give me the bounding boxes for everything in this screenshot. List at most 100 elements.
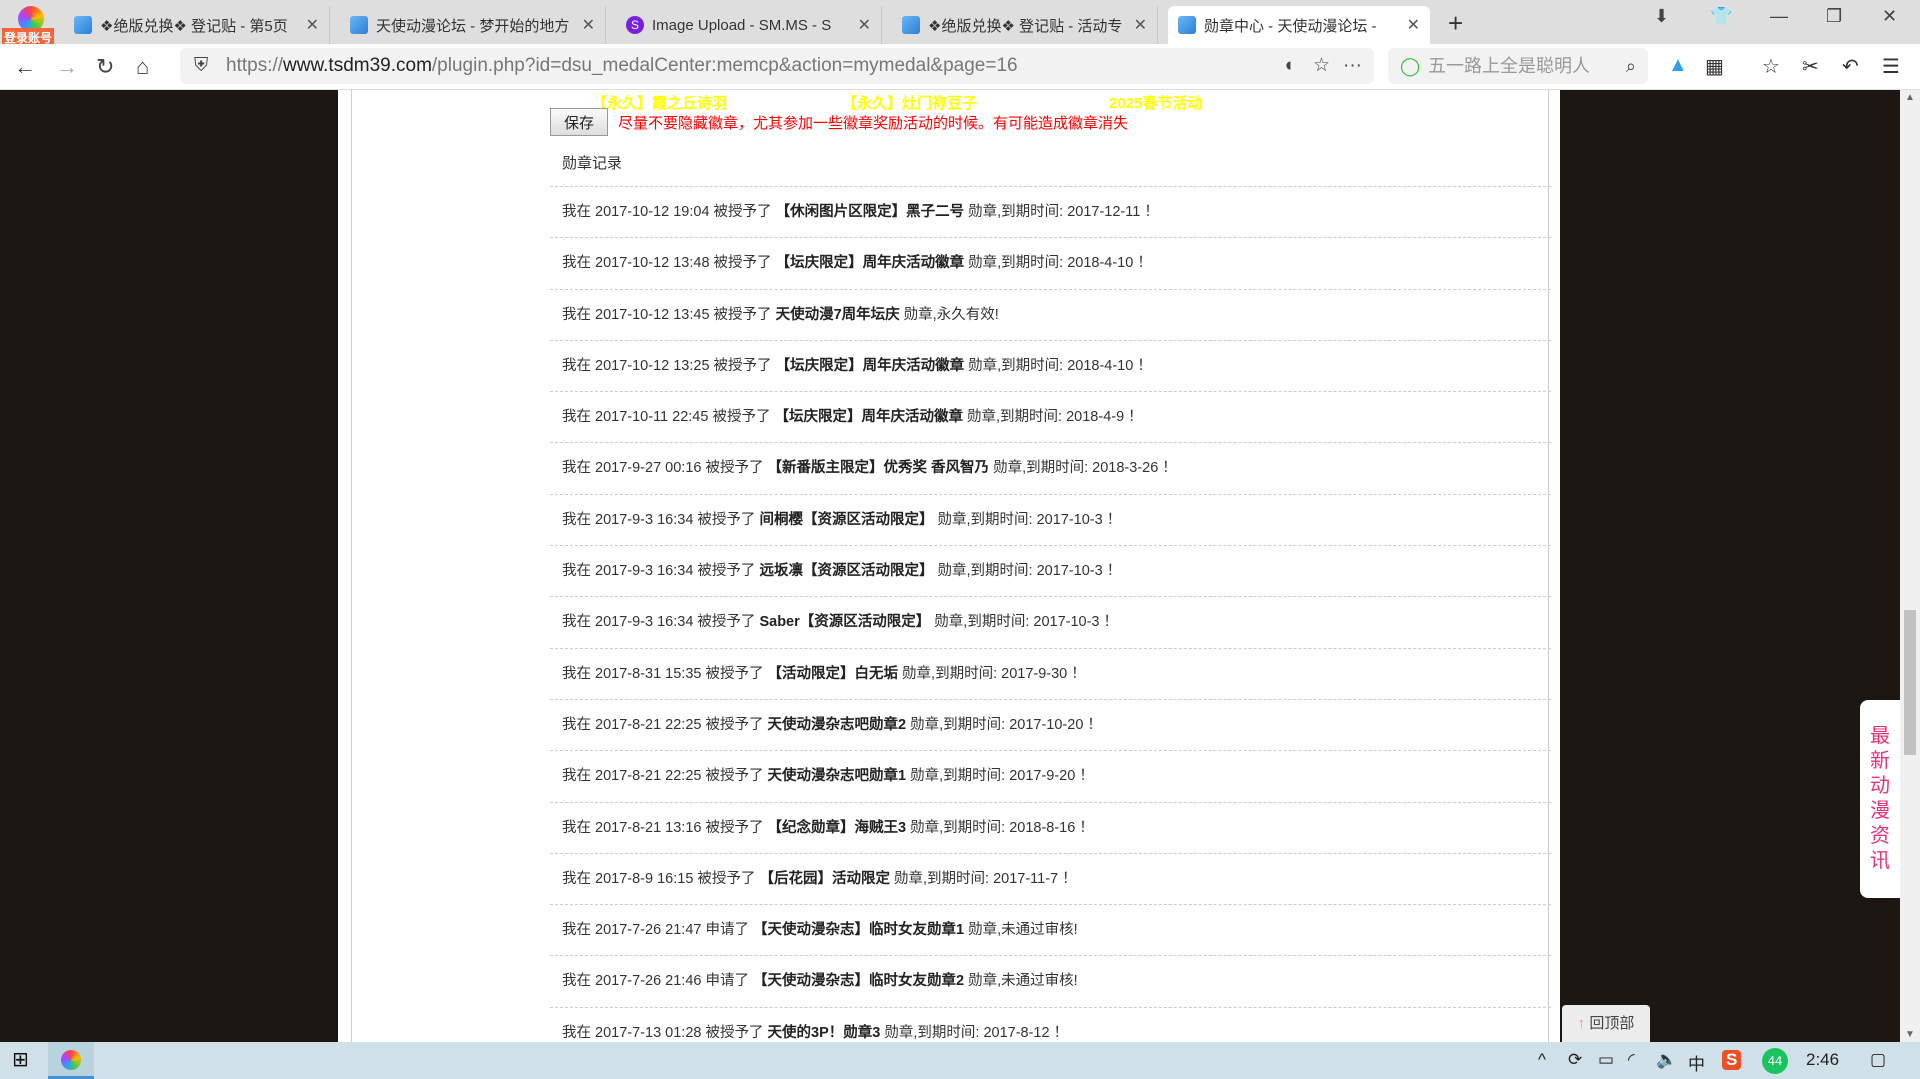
medal-record-row: 我在 2017-8-21 13:16 被授予了 【纪念勋章】海贼王3 勋章,到期…	[550, 801, 1551, 853]
more-icon[interactable]: ···	[1343, 48, 1362, 84]
search-icon[interactable]: ⌕	[1626, 48, 1636, 84]
record-medal: 【新番版主限定】优秀奖 香风智乃	[767, 460, 990, 477]
skin-icon[interactable]: 👕	[1710, 6, 1732, 27]
medal-record-row: 我在 2017-7-26 21:47 申请了 【天使动漫杂志】临时女友勋章1 勋…	[550, 904, 1551, 955]
sogou-icon[interactable]: S	[1722, 1050, 1742, 1070]
record-medal: 【天使动漫杂志】临时女友勋章2	[753, 973, 965, 990]
download-icon[interactable]: ⬇	[1654, 6, 1669, 27]
record-heading: 勋章记录	[562, 155, 623, 172]
clock[interactable]: 2:46	[1806, 1050, 1839, 1070]
close-icon[interactable]: ✕	[582, 15, 595, 35]
tab-2[interactable]: 天使动漫论坛 - 梦开始的地方 ✕	[340, 6, 606, 44]
taskbar: ⊞ ^ ⟳ ▭ ◜ 🔈 中 S 44 2:46 ▢	[0, 1042, 1920, 1079]
record-medal: 天使动漫7周年坛庆	[775, 306, 900, 323]
warning-text: 尽量不要隐藏徽章，尤其参加一些徽章奖励活动的时候。有可能造成徽章消失	[618, 115, 1129, 132]
close-window-button[interactable]: ✕	[1882, 6, 1897, 27]
battery-icon[interactable]: ▭	[1598, 1050, 1614, 1070]
medal-record-row: 我在 2017-10-12 13:45 被授予了 天使动漫7周年坛庆 勋章,永久…	[550, 288, 1551, 340]
feather-icon	[1178, 16, 1196, 34]
record-pre: 我在 2017-10-11 22:45 被授予了	[562, 409, 775, 426]
back-to-top-button[interactable]: ↑ 回顶部	[1562, 1005, 1650, 1042]
search-input[interactable]: ◯ 五一路上全是聪明人 ⌕	[1388, 48, 1648, 84]
wifi-icon[interactable]: ◜	[1628, 1050, 1635, 1070]
medal-record-row: 我在 2017-10-12 13:25 被授予了 【坛庆限定】周年庆活动徽章 勋…	[550, 339, 1551, 391]
record-medal: 【休闲图片区限定】黑子二号	[775, 204, 965, 220]
ime-indicator[interactable]: 中	[1688, 1050, 1705, 1075]
record-post: 勋章,到期时间: 2017-8-12 ！	[880, 1024, 1069, 1041]
record-medal: 间桐樱【资源区活动限定】	[759, 511, 934, 528]
scrollbar-thumb[interactable]	[1904, 610, 1916, 755]
minimize-button[interactable]: —	[1770, 6, 1788, 27]
record-medal: 【天使动漫杂志】临时女友勋章1	[753, 922, 965, 939]
medal-record-row: 我在 2017-9-27 00:16 被授予了 【新番版主限定】优秀奖 香风智乃…	[550, 442, 1551, 493]
close-icon[interactable]: ✕	[1407, 15, 1420, 35]
record-post: 勋章,未通过审核!	[964, 922, 1078, 939]
record-post: 勋章,到期时间: 2018-4-10 ！	[964, 357, 1152, 374]
record-pre: 我在 2017-9-3 16:34 被授予了	[562, 614, 760, 631]
new-tab-button[interactable]: +	[1448, 8, 1463, 39]
record-post: 勋章,到期时间: 2018-4-10 ！	[964, 255, 1152, 272]
adblock-icon[interactable]: ◖	[1283, 48, 1294, 84]
favorites-icon[interactable]: ☆	[1762, 54, 1780, 79]
home-button[interactable]: ⌂	[136, 54, 149, 80]
restore-button[interactable]: ❐	[1826, 6, 1842, 27]
page-content: 【永久】霞之丘诗羽 【永久】灶门祢豆子 2025春节活动 保存 尽量不要隐藏徽章…	[338, 90, 1560, 1042]
reload-button[interactable]: ↻	[96, 54, 114, 80]
record-post: 勋章,到期时间: 2017-10-3 ！	[933, 563, 1122, 580]
record-medal: Saber【资源区活动限定】	[759, 614, 931, 631]
record-medal: 【纪念勋章】海贼王3	[767, 819, 907, 836]
scissors-icon[interactable]: ✂	[1802, 54, 1819, 79]
network-speed-badge[interactable]: 44	[1762, 1048, 1788, 1074]
record-post: 勋章,到期时间: 2018-4-9 ！	[963, 409, 1143, 426]
feather-icon	[350, 16, 368, 34]
record-pre: 我在 2017-10-12 13:45 被授予了	[562, 306, 776, 323]
browser-logo[interactable]: 登录账号	[2, 6, 55, 47]
record-post: 勋章,到期时间: 2017-11-7 ！	[889, 870, 1077, 887]
notification-icon[interactable]: ▢	[1870, 1050, 1886, 1070]
tab-4[interactable]: ❖绝版兑换❖ 登记贴 - 活动专 ✕	[892, 6, 1158, 44]
undo-icon[interactable]: ↶	[1842, 54, 1859, 79]
medal-name: 【永久】灶门祢豆子	[842, 95, 978, 112]
latest-anime-news-panel[interactable]: 最新动漫资讯	[1860, 700, 1900, 898]
apps-icon[interactable]: ▦	[1705, 54, 1724, 79]
medal-record-row: 我在 2017-9-3 16:34 被授予了 远坂凛【资源区活动限定】 勋章,到…	[550, 545, 1551, 596]
record-post: 勋章,到期时间: 2017-9-30 ！	[898, 665, 1086, 682]
volume-icon[interactable]: 🔈	[1656, 1050, 1677, 1070]
record-post: 勋章,到期时间: 2017-9-20 ！	[906, 768, 1094, 785]
close-icon[interactable]: ✕	[1134, 15, 1147, 35]
record-medal: 天使动漫杂志吧勋章1	[767, 768, 907, 785]
tab-3[interactable]: S Image Upload - SM.MS - S ✕	[616, 6, 882, 44]
record-pre: 我在 2017-7-26 21:47 申请了	[562, 922, 754, 939]
tab-1[interactable]: ❖绝版兑换❖ 登记贴 - 第5页 ✕	[64, 6, 330, 44]
sync-icon[interactable]: ⟳	[1568, 1050, 1582, 1070]
extension-icon[interactable]: ▲	[1668, 54, 1688, 77]
feather-icon	[902, 16, 920, 34]
tab-5-active[interactable]: 勋章中心 - 天使动漫论坛 - ✕	[1168, 6, 1430, 44]
star-icon[interactable]: ☆	[1313, 48, 1330, 84]
medal-record-row: 我在 2017-8-21 22:25 被授予了 天使动漫杂志吧勋章2 勋章,到期…	[550, 698, 1551, 750]
record-post: 勋章,到期时间: 2018-3-26 ！	[989, 460, 1177, 477]
close-icon[interactable]: ✕	[306, 15, 319, 35]
shield-icon: ⛨	[194, 55, 209, 76]
taskbar-browser-button[interactable]	[48, 1042, 94, 1079]
medal-name: 2025春节活动	[1109, 95, 1203, 112]
medal-record-row: 我在 2017-9-3 16:34 被授予了 Saber【资源区活动限定】 勋章…	[550, 596, 1551, 647]
forward-button[interactable]: →	[56, 54, 78, 80]
menu-icon[interactable]: ☰	[1882, 54, 1900, 79]
windows-start-icon[interactable]: ⊞	[12, 1047, 29, 1072]
record-post: 勋章,未通过审核!	[964, 973, 1078, 990]
record-pre: 我在 2017-7-13 01:28 被授予了	[562, 1024, 768, 1041]
scrollbar[interactable]: ▲ ▼	[1900, 90, 1920, 1042]
back-button[interactable]: ←	[14, 54, 36, 80]
close-icon[interactable]: ✕	[858, 15, 871, 35]
record-post: 勋章,到期时间: 2017-10-3 ！	[933, 511, 1122, 528]
address-bar[interactable]: ⛨ https://www.tsdm39.com/plugin.php?id=d…	[180, 48, 1374, 84]
medal-record-row: 我在 2017-8-31 15:35 被授予了 【活动限定】白无垢 勋章,到期时…	[550, 647, 1551, 699]
chevron-up-icon[interactable]: ^	[1538, 1050, 1546, 1070]
browser-icon	[61, 1050, 81, 1070]
save-button[interactable]: 保存	[550, 108, 608, 136]
medal-record-row: 我在 2017-8-21 22:25 被授予了 天使动漫杂志吧勋章1 勋章,到期…	[550, 750, 1551, 801]
record-pre: 我在 2017-7-26 21:46 申请了	[562, 973, 754, 990]
feather-icon	[74, 16, 92, 34]
address-row: ← → ↻ ⌂ ⛨ https://www.tsdm39.com/plugin.…	[0, 44, 1920, 90]
